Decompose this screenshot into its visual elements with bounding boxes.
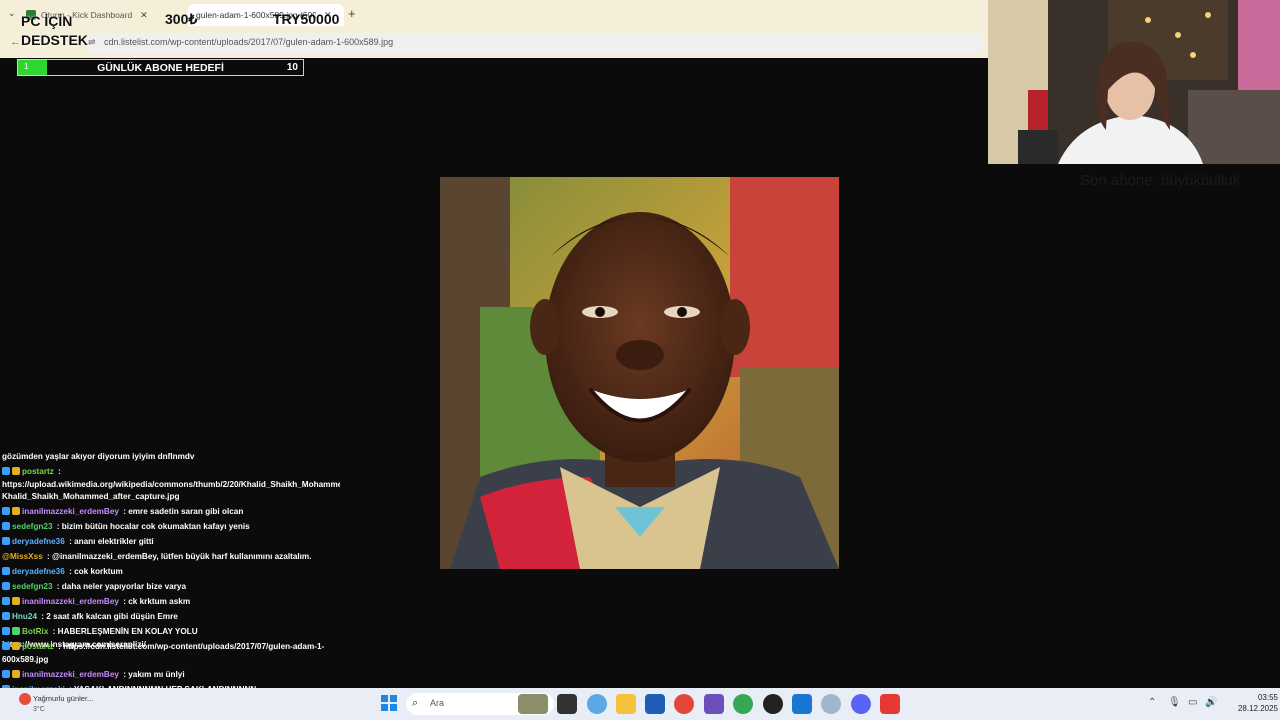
chat-text: : daha neler yapıyorlar bize varya [54,582,187,591]
chat-badge-icon [2,670,10,678]
chat-username[interactable]: inanilmazzeki_erdemBey [22,507,119,516]
chrome-icon[interactable] [674,694,694,714]
mail-icon[interactable] [792,694,812,714]
tab-list-chevron-icon[interactable]: ⌄ [8,8,16,19]
donation-label-line1: PC İÇİN [21,13,73,29]
chat-badge-icon [2,597,10,605]
search-icon: ⌕ [412,697,419,709]
donation-goal-label: PC İÇİN DEDSTEK [21,12,88,50]
obs-icon[interactable] [763,694,783,714]
chat-message: postartz : https://cdn.listelist.com/wp-… [2,641,336,666]
goal-target: 10 [286,62,298,73]
chat-overlay: gözümden yaşlar akıyor diyorum iyiyim dn… [0,448,340,688]
chat-badge-icon [2,537,10,545]
chat-username[interactable]: BotRix [22,627,48,636]
windows-start-icon[interactable] [380,694,400,714]
site-info-icon[interactable]: ⇌ [88,37,96,48]
discord-icon[interactable] [851,694,871,714]
search-highlight-icon[interactable] [518,694,548,714]
donation-target-amount: TRY50000 [273,11,340,27]
screen: { "browser": { "tabs": [ {"label": "Otur… [0,0,1280,720]
app-icon[interactable] [704,694,724,714]
chat-badge-icon [2,567,10,575]
chat-badge-icon [12,597,20,605]
chat-badge-icon [12,642,20,650]
store-icon[interactable] [645,694,665,714]
url-text[interactable]: cdn.listelist.com/wp-content/uploads/201… [104,37,393,47]
chat-message: deryadefne36 : cok korktum [2,566,336,579]
chat-message: inanilmazzeki_erdemBey : ck krktum askm [2,596,336,609]
chat-badge-icon [12,627,20,635]
chat-badge-icon [2,642,10,650]
webcam-feed [988,0,1280,164]
chat-username[interactable]: postartz [22,467,54,476]
chat-text: : ck krktum askm [120,597,191,606]
chat-badge-icon [12,670,20,678]
tab-strip: ⌄ Oturm - Kick Dashboard ✕ gulen-adam-1-… [0,0,988,28]
search-placeholder: Ara [430,698,445,708]
chat-username[interactable]: postartz [22,642,54,651]
chat-badge-icon [2,627,10,635]
task-view-icon[interactable] [557,694,577,714]
chat-badge-icon [2,522,10,530]
chat-badge-icon [2,467,10,475]
clock-date: 28.12.2025 [1237,704,1278,713]
chat-username[interactable]: inanilmazzeki_erdemBey [22,670,119,679]
chat-text: : @inanilmazzeki_erdemBey, lütfen büyük … [44,552,312,561]
microphone-icon[interactable]: 🎙 [1168,697,1181,708]
goal-title: GÜNLÜK ABONE HEDEFİ [97,62,224,74]
chat-text: : cok korktum [66,567,123,576]
chat-message: gözümden yaşlar akıyor diyorum iyiyim dn… [2,451,336,464]
chat-username[interactable]: deryadefne36 [12,567,65,576]
folder-icon[interactable] [616,694,636,714]
chat-message: sedefgn23 : daha neler yapıyorlar bize v… [2,581,336,594]
volume-icon[interactable]: 🔊 [1205,697,1217,708]
chat-message: @MissXss : @inanilmazzeki_erdemBey, lütf… [2,551,336,564]
chat-text: : yakım mı ünlyi [120,670,185,679]
chat-message: inanilmazzeki_erdemBey : yakım mı ünlyi [2,669,336,682]
taskbar [0,688,1280,720]
clock-time: 03:55 [1257,693,1278,702]
chat-badge-icon [2,507,10,515]
back-arrow-icon[interactable]: ← [10,36,21,48]
chrome-alt-icon[interactable] [733,694,753,714]
chat-username[interactable]: Hnu24 [12,612,37,621]
weather-temp: 3°C [33,706,45,713]
chat-text: : ananı elektrikler gitti [66,537,154,546]
chat-message: Hnu24 : 2 saat afk kalcan gibi düşün Emr… [2,611,336,624]
chat-badge-icon [2,612,10,620]
chat-username[interactable]: sedefgn23 [12,522,53,531]
taskbar-clock[interactable]: 03:55 28.12.2025 [1226,692,1278,714]
chat-badge-icon [12,467,20,475]
chat-username[interactable]: inanilmazzeki_erdemBey [22,597,119,606]
new-tab-button[interactable]: + [348,6,356,21]
donation-label-line2: DEDSTEK [21,32,88,48]
chat-text: : 2 saat afk kalcan gibi düşün Emre [39,612,178,621]
settings-icon[interactable] [821,694,841,714]
chat-text: gözümden yaşlar akıyor diyorum iyiyim dn… [2,452,195,461]
chat-text: : bizim bütün hocalar cok okumaktan kafa… [54,522,250,531]
chat-message: deryadefne36 : ananı elektrikler gitti [2,536,336,549]
chat-username[interactable]: @MissXss [2,552,43,561]
displayed-image [440,177,839,569]
weather-badge-icon[interactable] [19,693,31,705]
close-tab-icon[interactable]: ✕ [140,10,148,21]
latest-subscriber-text: Son abone: büyükbulluk [1080,172,1241,189]
weather-text[interactable]: Yağmurlu günler... [33,694,93,703]
chat-username[interactable]: sedefgn23 [12,582,53,591]
chat-username[interactable]: deryadefne36 [12,537,65,546]
chat-message: postartz : https://upload.wikimedia.org/… [2,466,340,504]
chat-message: sedefgn23 : bizim bütün hocalar cok okum… [2,521,336,534]
chat-badge-icon [12,507,20,515]
subscriber-goal-bar: 1 GÜNLÜK ABONE HEDEFİ 10 [17,59,304,76]
youtube-icon[interactable] [880,694,900,714]
donation-current-amount: 300₺ [165,11,198,27]
copilot-icon[interactable] [587,694,607,714]
chat-message: inanilmazzeki_erdemBey : emre sadetin sa… [2,506,336,519]
network-icon[interactable]: ▭ [1188,697,1197,708]
show-hidden-icons-chevron-icon[interactable]: ⌃ [1148,697,1156,708]
chat-text: : emre sadetin saran gibi olcan [120,507,244,516]
chat-badge-icon [2,582,10,590]
